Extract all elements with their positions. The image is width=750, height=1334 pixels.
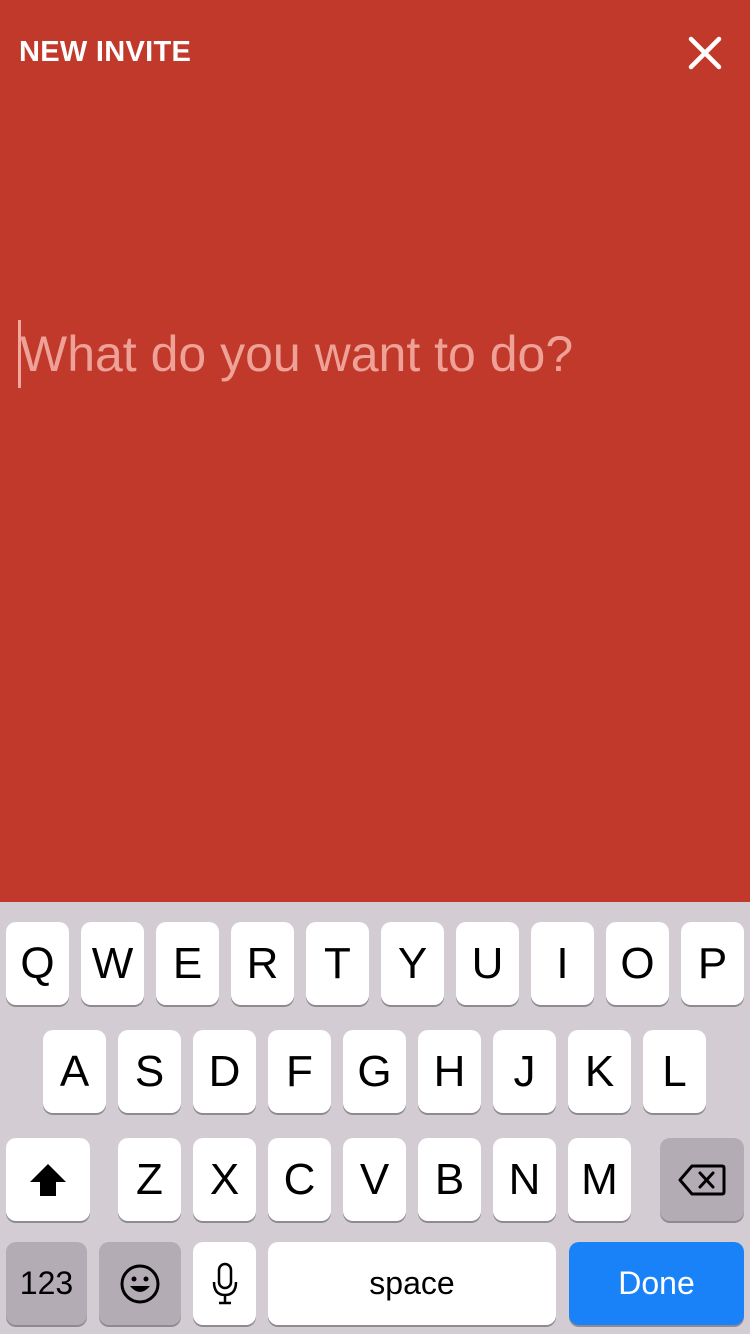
emoji-icon <box>120 1264 160 1303</box>
shift-key[interactable] <box>6 1138 90 1221</box>
key-r[interactable]: R <box>231 922 294 1005</box>
backspace-icon <box>678 1164 726 1195</box>
close-icon <box>688 36 722 70</box>
key-b[interactable]: B <box>418 1138 481 1221</box>
key-n[interactable]: N <box>493 1138 556 1221</box>
page-title: NEW INVITE <box>19 36 192 68</box>
key-d[interactable]: D <box>193 1030 256 1113</box>
key-e[interactable]: E <box>156 922 219 1005</box>
key-l[interactable]: L <box>643 1030 706 1113</box>
activity-input[interactable] <box>20 318 732 390</box>
on-screen-keyboard: Q W E R T Y U I O P A S D F G H J K L Z … <box>0 902 750 1334</box>
key-q[interactable]: Q <box>6 922 69 1005</box>
emoji-key[interactable] <box>99 1242 181 1325</box>
shift-icon <box>30 1163 66 1196</box>
key-s[interactable]: S <box>118 1030 181 1113</box>
key-u[interactable]: U <box>456 922 519 1005</box>
key-g[interactable]: G <box>343 1030 406 1113</box>
numbers-key[interactable]: 123 <box>6 1242 87 1325</box>
key-x[interactable]: X <box>193 1138 256 1221</box>
activity-prompt[interactable] <box>18 318 732 390</box>
key-v[interactable]: V <box>343 1138 406 1221</box>
close-button[interactable] <box>680 28 730 78</box>
key-j[interactable]: J <box>493 1030 556 1113</box>
key-c[interactable]: C <box>268 1138 331 1221</box>
done-key[interactable]: Done <box>569 1242 744 1325</box>
key-m[interactable]: M <box>568 1138 631 1221</box>
key-k[interactable]: K <box>568 1030 631 1113</box>
key-o[interactable]: O <box>606 922 669 1005</box>
key-i[interactable]: I <box>531 922 594 1005</box>
key-w[interactable]: W <box>81 922 144 1005</box>
space-key[interactable]: space <box>268 1242 556 1325</box>
microphone-key[interactable] <box>193 1242 256 1325</box>
microphone-icon <box>212 1262 237 1304</box>
key-a[interactable]: A <box>43 1030 106 1113</box>
invite-screen: NEW INVITE <box>0 0 750 902</box>
key-y[interactable]: Y <box>381 922 444 1005</box>
key-z[interactable]: Z <box>118 1138 181 1221</box>
key-p[interactable]: P <box>681 922 744 1005</box>
key-f[interactable]: F <box>268 1030 331 1113</box>
key-t[interactable]: T <box>306 922 369 1005</box>
backspace-key[interactable] <box>660 1138 744 1221</box>
key-h[interactable]: H <box>418 1030 481 1113</box>
